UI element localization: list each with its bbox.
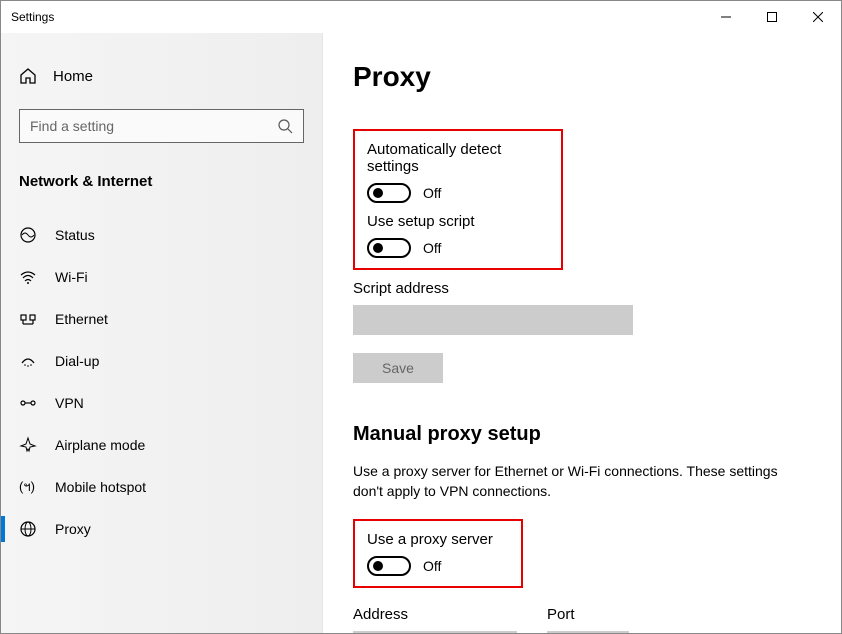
sidebar-item-label: Airplane mode [55, 437, 145, 453]
section-label: Network & Internet [1, 157, 322, 204]
sidebar-item-vpn[interactable]: VPN [1, 382, 322, 424]
use-proxy-label: Use a proxy server [367, 531, 509, 548]
sidebar-item-hotspot[interactable]: (ฯ) Mobile hotspot [1, 466, 322, 508]
minimize-icon [721, 12, 731, 22]
auto-detect-state: Off [423, 185, 441, 201]
sidebar-item-label: Wi-Fi [55, 269, 88, 285]
port-label: Port [547, 606, 629, 623]
ethernet-icon [19, 310, 37, 328]
maximize-button[interactable] [749, 1, 795, 33]
sidebar-item-wifi[interactable]: Wi-Fi [1, 256, 322, 298]
sidebar-item-label: Mobile hotspot [55, 479, 146, 495]
sidebar-item-label: Ethernet [55, 311, 108, 327]
search-input[interactable] [30, 118, 277, 134]
sidebar-item-label: Proxy [55, 521, 91, 537]
sidebar: Home Network & Internet Status Wi-Fi Eth… [1, 33, 323, 633]
auto-detect-label: Automatically detect settings [367, 141, 549, 175]
home-icon [19, 67, 37, 85]
address-input[interactable] [353, 631, 517, 633]
minimize-button[interactable] [703, 1, 749, 33]
auto-detect-toggle[interactable] [367, 183, 411, 203]
search-box[interactable] [19, 109, 304, 143]
page-title: Proxy [353, 61, 811, 93]
close-icon [813, 12, 823, 22]
home-label: Home [53, 68, 93, 85]
home-nav[interactable]: Home [1, 61, 322, 99]
manual-desc: Use a proxy server for Ethernet or Wi-Fi… [353, 462, 793, 501]
wifi-icon [19, 268, 37, 286]
address-label: Address [353, 606, 517, 623]
proxy-icon [19, 520, 37, 538]
sidebar-item-label: VPN [55, 395, 84, 411]
sidebar-item-dialup[interactable]: Dial-up [1, 340, 322, 382]
airplane-icon [19, 436, 37, 454]
status-icon [19, 226, 37, 244]
highlight-auto-section: Automatically detect settings Off Use se… [353, 129, 563, 270]
manual-title: Manual proxy setup [353, 423, 811, 446]
port-input[interactable] [547, 631, 629, 633]
window-title: Settings [11, 10, 54, 24]
script-address-input[interactable] [353, 305, 633, 335]
script-address-label: Script address [353, 280, 811, 297]
use-proxy-toggle[interactable] [367, 556, 411, 576]
search-icon [277, 118, 293, 134]
sidebar-item-status[interactable]: Status [1, 214, 322, 256]
content-area: Proxy Automatically detect settings Off … [323, 33, 841, 633]
highlight-proxy-section: Use a proxy server Off [353, 519, 523, 588]
setup-script-label: Use setup script [367, 213, 549, 230]
setup-script-state: Off [423, 240, 441, 256]
vpn-icon [19, 394, 37, 412]
hotspot-icon: (ฯ) [19, 478, 37, 496]
sidebar-item-airplane[interactable]: Airplane mode [1, 424, 322, 466]
svg-text:(ฯ): (ฯ) [19, 479, 35, 494]
dialup-icon [19, 352, 37, 370]
close-button[interactable] [795, 1, 841, 33]
save-button[interactable]: Save [353, 353, 443, 383]
sidebar-item-proxy[interactable]: Proxy [1, 508, 322, 550]
sidebar-item-label: Dial-up [55, 353, 99, 369]
sidebar-item-ethernet[interactable]: Ethernet [1, 298, 322, 340]
maximize-icon [767, 12, 777, 22]
setup-script-toggle[interactable] [367, 238, 411, 258]
sidebar-item-label: Status [55, 227, 95, 243]
use-proxy-state: Off [423, 558, 441, 574]
